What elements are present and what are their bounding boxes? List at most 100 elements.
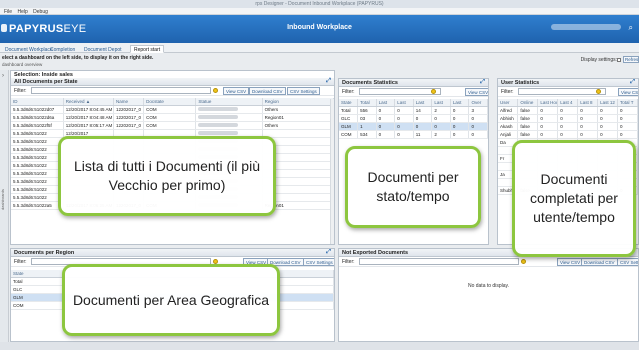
tab-document-depot[interactable]: Document Depot	[80, 45, 126, 53]
csv-settings-button[interactable]: CSV Settings	[287, 87, 320, 95]
table-row[interactable]: Total 556 0 0 14 2 0 3	[339, 106, 488, 115]
download-csv-button[interactable]: Download CSV	[581, 258, 618, 266]
filter-clear-icon[interactable]	[213, 88, 218, 93]
refresh-button[interactable]: Refresh tile	[623, 56, 639, 63]
table-cell: 11	[413, 130, 433, 139]
table-row[interactable]: 5.5.3d8d6:51022d6a 12/20/2017 8:04:48 AM 1…	[11, 113, 334, 122]
table-cell: 0	[557, 114, 579, 123]
table-cell: 0	[394, 106, 414, 115]
filter-input[interactable]	[518, 88, 606, 95]
table-cell: 0	[577, 122, 599, 131]
column-header[interactable]: Last 12	[597, 99, 619, 107]
filter-label: Filter:	[14, 88, 27, 94]
table-cell: 0	[597, 114, 619, 123]
table-row[interactable]: 5.5.3d8d6:51022f5f 12/20/2017 8:05:17 AM 1…	[11, 121, 334, 130]
column-header[interactable]: ID	[11, 98, 64, 106]
table-cell: 0	[597, 106, 619, 115]
table-row[interactable]: 5.5.3d8d6:51022d07 12/20/2017 8:04:45 AM 1…	[11, 105, 334, 114]
table-row[interactable]: Abhish false 0 0 0 0 0	[498, 114, 638, 123]
table-cell: Others	[262, 121, 334, 130]
maximize-icon[interactable]: ⤢	[326, 249, 331, 256]
table-cell: 14	[413, 106, 433, 115]
column-header[interactable]: Last	[394, 99, 414, 107]
table-scrollbar[interactable]	[330, 99, 334, 244]
view-csv-button[interactable]: View CSV	[557, 258, 584, 266]
table-cell: Akash	[498, 122, 519, 131]
column-header[interactable]: Total	[357, 99, 377, 107]
table-cell: 0	[376, 122, 396, 131]
csv-settings-button[interactable]: CSV Settings	[303, 258, 334, 266]
filter-input[interactable]	[31, 87, 211, 94]
csv-settings-button[interactable]: CSV Settings	[617, 258, 638, 266]
column-header[interactable]: Received ▲	[63, 98, 114, 106]
table-cell: 0	[468, 122, 488, 131]
table-cell: 0	[468, 130, 488, 139]
column-header[interactable]: Statue	[195, 98, 263, 106]
table-row[interactable]: Anjali false 0 0 0 0 0	[498, 130, 638, 139]
search-icon[interactable]: ⌕	[629, 23, 633, 33]
callout-all-documents: Lista di tutti i Documenti (il più Vecch…	[58, 136, 276, 216]
redacted-value	[198, 107, 239, 112]
main-tabs: Document Workplace Completion Document D…	[0, 43, 639, 53]
column-header[interactable]: Last	[413, 99, 433, 107]
column-header[interactable]: Total T	[617, 99, 638, 107]
window-titlebar: rps Designer - Document Inbound Workplac…	[0, 0, 639, 8]
filter-clear-icon[interactable]	[521, 259, 526, 264]
column-header[interactable]: Last Hou	[537, 99, 559, 107]
table-cell: 5.5.3d8d6:51022	[11, 137, 64, 146]
expand-arrow-icon[interactable]: ›	[2, 73, 4, 79]
filter-row: Filter: View CSV	[339, 87, 488, 97]
dashboard-sidebar[interactable]: › dashboards	[0, 70, 9, 350]
column-header[interactable]: Last	[450, 99, 470, 107]
table-row[interactable]: Akash false 0 0 0 0 0	[498, 122, 638, 131]
table-row[interactable]: GLC 03 0 0 0 0 0 0	[339, 114, 488, 123]
filter-clear-icon[interactable]	[431, 89, 436, 94]
table-row[interactable]: Alfred false 0 0 0 0 0	[498, 106, 638, 115]
column-header[interactable]: Region	[262, 98, 334, 106]
callout-documents-per-user: Documenti completati per utente/tempo	[512, 140, 636, 257]
statistics-table: State Total Last Last Last Last Last Over Total…	[339, 99, 488, 139]
column-header[interactable]: Last 4	[557, 99, 579, 107]
filter-clear-icon[interactable]	[596, 89, 601, 94]
column-header[interactable]: Last	[376, 99, 396, 107]
column-header[interactable]: Docstate	[143, 98, 197, 106]
app-header: PAPYRUSEYE Inbound Workplace ⌕	[0, 15, 639, 43]
table-row[interactable]: COM 534 0 0 11 2 0 0	[339, 130, 488, 139]
display-settings-checkbox[interactable]	[617, 58, 621, 62]
column-header[interactable]: Online	[517, 99, 539, 107]
column-header[interactable]: Name	[113, 98, 145, 106]
table-cell: 0	[597, 122, 619, 131]
table-cell: 0	[617, 114, 638, 123]
table-cell: Alfred	[498, 106, 519, 115]
view-csv-button[interactable]: View CSV	[618, 88, 638, 96]
filter-row: Filter: View CSV	[498, 87, 638, 97]
table-row[interactable]: GLM 1 0 0 0 0 0 0	[339, 122, 488, 131]
table-cell: 5.5.3d8d6:51022d6a	[11, 113, 64, 122]
table-cell: 0	[537, 130, 559, 139]
view-csv-button[interactable]: View CSV	[465, 88, 488, 96]
column-header[interactable]: User	[498, 99, 519, 107]
table-cell: 5.5.3d8d6:51022	[11, 193, 64, 202]
download-csv-button[interactable]: Download CSV	[249, 87, 286, 95]
table-cell: Abhish	[498, 114, 519, 123]
column-header[interactable]: Over	[468, 99, 488, 107]
maximize-icon[interactable]: ⤢	[326, 78, 331, 85]
filter-label: Filter:	[14, 259, 27, 265]
table-cell: Others	[262, 105, 334, 114]
table-cell: 2	[431, 106, 451, 115]
column-header[interactable]: State	[339, 99, 359, 107]
tab-report-start[interactable]: Report start	[130, 45, 165, 53]
column-header[interactable]: Last	[431, 99, 451, 107]
table-cell	[262, 129, 334, 138]
filter-input[interactable]	[359, 258, 519, 265]
view-csv-button[interactable]: View CSV	[223, 87, 250, 95]
table-cell: 0	[617, 122, 638, 131]
maximize-icon[interactable]: ⤢	[480, 79, 485, 86]
table-cell: 0	[394, 130, 414, 139]
app-title: Inbound Workplace	[287, 24, 352, 31]
maximize-icon[interactable]: ⤢	[630, 79, 635, 86]
tab-completion[interactable]: Completion	[46, 45, 79, 53]
column-header[interactable]: Last 8	[577, 99, 599, 107]
filter-input[interactable]	[359, 88, 441, 95]
table-cell: 0	[617, 106, 638, 115]
